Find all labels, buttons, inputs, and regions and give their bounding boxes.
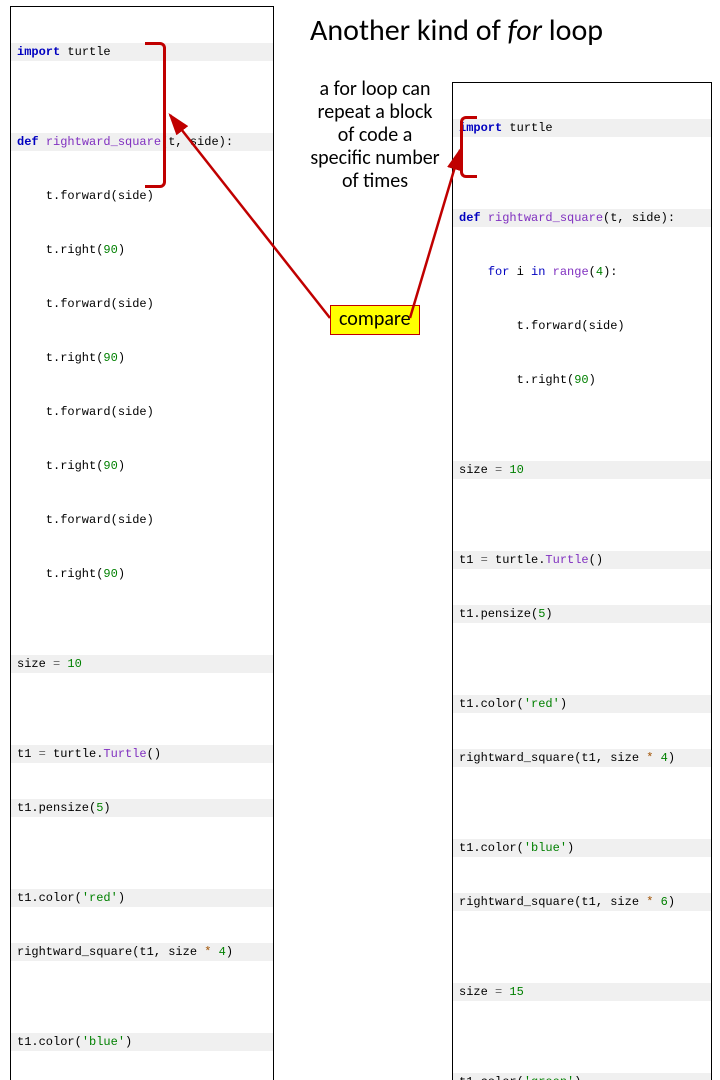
code-line: t1.pensize(5): [453, 605, 711, 623]
code-line: import turtle: [11, 43, 273, 61]
code-line: t.right(90): [11, 565, 273, 583]
slide-title: Another kind of for loop: [310, 12, 603, 49]
code-line: t.right(90): [11, 349, 273, 367]
code-line: rightward_square(t1, size * 4): [453, 749, 711, 767]
code-line: t1.color('blue'): [453, 839, 711, 857]
code-line: def rightward_square(t, side):: [11, 133, 273, 151]
title-post: loop: [542, 12, 603, 49]
title-for: for: [508, 12, 542, 49]
code-line: t1.color('red'): [11, 889, 273, 907]
code-line: t.right(90): [453, 371, 711, 389]
code-line: t.forward(side): [453, 317, 711, 335]
compare-label: compare: [330, 305, 420, 335]
code-line: t1 = turtle.Turtle(): [453, 551, 711, 569]
code-line: t1.pensize(5): [11, 799, 273, 817]
code-line: import turtle: [453, 119, 711, 137]
code-line: t.forward(side): [11, 187, 273, 205]
bracket-left-icon: [145, 42, 166, 188]
code-line: rightward_square(t1, size * 4): [11, 943, 273, 961]
code-block-left: import turtle def rightward_square(t, si…: [10, 6, 274, 1080]
code-line: t.right(90): [11, 457, 273, 475]
code-block-right: import turtle def rightward_square(t, si…: [452, 82, 712, 1080]
code-line: for i in range(4):: [453, 263, 711, 281]
code-line: t.forward(side): [11, 295, 273, 313]
code-line: size = 10: [453, 461, 711, 479]
code-line: rightward_square(t1, size * 6): [453, 893, 711, 911]
code-line: t1.color('red'): [453, 695, 711, 713]
code-line: t1 = turtle.Turtle(): [11, 745, 273, 763]
code-line: t.forward(side): [11, 403, 273, 421]
slide: Another kind of for loop a for loop can …: [0, 0, 720, 540]
bracket-right-icon: [460, 116, 477, 178]
code-line: size = 10: [11, 655, 273, 673]
description-text: a for loop can repeat a block of code a …: [310, 78, 440, 193]
code-line: t1.color('blue'): [11, 1033, 273, 1051]
code-line: t1.color('green'): [453, 1073, 711, 1080]
code-line: t.forward(side): [11, 511, 273, 529]
code-line: t.right(90): [11, 241, 273, 259]
title-pre: Another kind of: [310, 12, 508, 49]
code-line: def rightward_square(t, side):: [453, 209, 711, 227]
code-line: size = 15: [453, 983, 711, 1001]
